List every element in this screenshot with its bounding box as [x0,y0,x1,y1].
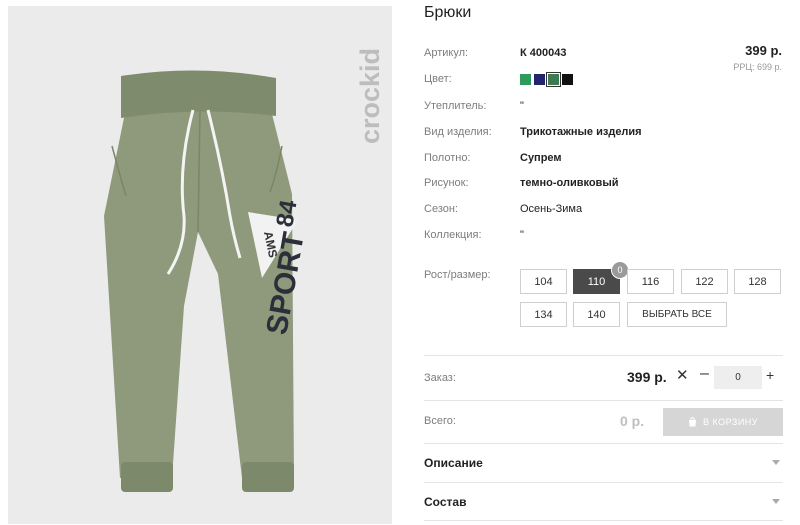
select-all-sizes-button[interactable]: ВЫБРАТЬ ВСЕ [627,302,727,327]
product-image: AMS SPORT 84 crockid [8,6,392,524]
size-option-116[interactable]: 116 [627,269,674,294]
rrp-price: РРЦ: 699 р. [733,62,782,72]
divider [424,482,783,483]
decrease-quantity-button[interactable]: – [700,365,709,383]
quantity-input[interactable] [714,366,762,389]
chevron-down-icon [772,460,780,465]
attr-label: Рисунок: [424,177,469,189]
attr-value: К 400043 [520,47,567,59]
attr-value: " [520,229,524,241]
color-swatch-black[interactable] [562,74,573,85]
add-to-cart-label: В КОРЗИНУ [702,417,759,427]
attr-label: Утеплитель: [424,100,487,112]
accordion-description[interactable]: Описание [424,456,783,470]
add-to-cart-button[interactable]: В КОРЗИНУ [663,408,783,436]
pants-illustration: AMS SPORT 84 [104,70,311,492]
attr-value: Осень-Зима [520,203,583,215]
chevron-down-icon [772,499,780,504]
divider [424,400,783,401]
cart-icon [688,417,696,427]
waistband [121,70,276,118]
sizes-label: Рост/размер: [424,269,491,281]
total-value: 0 р. [620,413,645,429]
color-swatch-olive[interactable] [546,72,561,87]
attr-label: Сезон: [424,203,458,215]
attr-value: Супрем [520,152,562,164]
right-cuff [242,462,294,492]
size-option-134[interactable]: 134 [520,302,567,327]
color-swatches [520,72,573,87]
accordion-composition[interactable]: Состав [424,495,783,509]
order-price: 399 р. [627,369,667,385]
order-label: Заказ: [424,372,456,384]
left-cuff [121,462,173,492]
size-option-140[interactable]: 140 [573,302,620,327]
accordion-label: Состав [424,495,467,509]
divider [424,355,783,356]
attr-label: Вид изделия: [424,126,492,138]
color-swatch-navy[interactable] [534,74,545,85]
attr-label: Коллекция: [424,229,482,241]
color-swatch-green[interactable] [520,74,531,85]
attr-value: темно-оливковый [520,177,619,189]
size-option-104[interactable]: 104 [520,269,567,294]
attr-label: Цвет: [424,73,452,85]
accordion-label: Описание [424,456,483,470]
total-label: Всего: [424,415,456,427]
attr-value: " [520,100,524,112]
divider [424,520,783,521]
size-option-128[interactable]: 128 [734,269,781,294]
product-price: 399 р. [745,43,782,58]
increase-quantity-button[interactable]: + [766,367,774,383]
attr-label: Полотно: [424,152,471,164]
attr-label: Артикул: [424,47,469,59]
attr-value: Трикотажные изделия [520,126,642,138]
size-option-122[interactable]: 122 [681,269,728,294]
brand-logo: crockid [355,47,385,145]
multiply-icon: ✕ [676,367,689,384]
product-title: Брюки [424,4,472,21]
print-number: 84 [271,197,302,229]
divider [424,443,783,444]
